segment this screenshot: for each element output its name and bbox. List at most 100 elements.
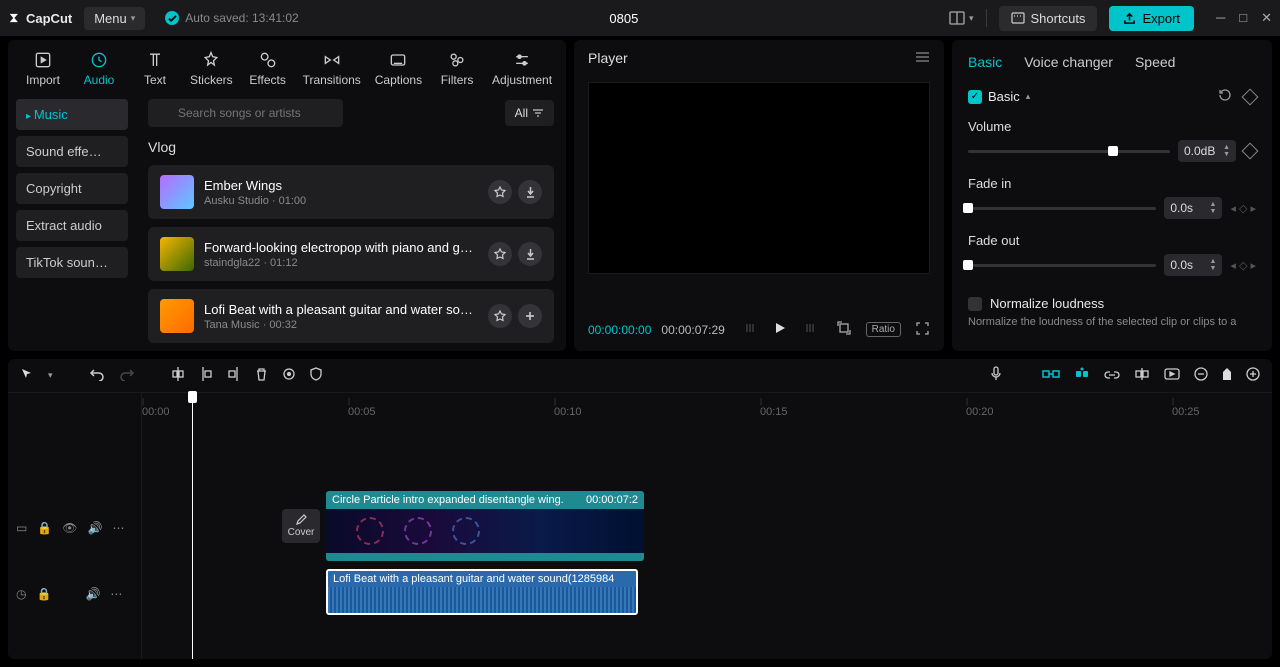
align-icon[interactable] [1134,368,1150,383]
download-button[interactable] [518,242,542,266]
track-mute-icon[interactable]: 🔊 [88,521,103,535]
cover-button[interactable]: Cover [282,509,320,543]
player-menu-icon[interactable] [915,51,930,66]
track-video-icon[interactable]: ▭ [16,521,27,535]
audio-clip[interactable]: Lofi Beat with a pleasant guitar and wat… [326,569,638,615]
next-frame-icon[interactable] [801,322,815,337]
redo-icon[interactable] [119,367,135,384]
playhead[interactable] [192,393,193,659]
video-clip[interactable]: Circle Particle intro expanded disentang… [326,491,644,561]
top-tab-filters[interactable]: Filters [430,46,484,91]
track-audio-icon[interactable]: ◷ [16,587,26,601]
top-tab-transitions[interactable]: Transitions [297,46,367,91]
marker-icon[interactable] [282,367,296,384]
song-meta: staindgla22 · 01:12 [204,257,478,269]
song-thumbnail [160,175,194,209]
volume-slider[interactable] [968,150,1170,153]
favorite-button[interactable] [488,180,512,204]
download-button[interactable] [518,180,542,204]
link-icon[interactable] [1104,368,1120,383]
right-tab-basic[interactable]: Basic [968,54,1002,70]
top-tab-import[interactable]: Import [16,46,70,91]
track-eye-icon[interactable]: 👁 [62,521,77,535]
magnet-aux-icon[interactable] [1074,367,1090,384]
volume-value[interactable]: 0.0dB▲▼ [1178,140,1236,162]
song-card[interactable]: Ember WingsAusku Studio · 01:00 [148,165,554,219]
right-tab-voice-changer[interactable]: Voice changer [1024,54,1113,70]
track-more-icon[interactable]: ⋯ [110,587,122,601]
volume-keyframe-icon[interactable] [1242,143,1259,160]
basic-header: Basic [988,89,1020,104]
delete-icon[interactable] [255,367,268,385]
sidebar-item-0[interactable]: Music [16,99,128,130]
track-lock-icon[interactable]: 🔒 [37,521,52,535]
filter-all-button[interactable]: All [505,100,554,126]
check-icon [165,11,179,25]
zoom-slider-knob[interactable] [1222,367,1232,384]
track-mute-icon[interactable]: 🔊 [85,587,100,601]
basic-checkbox[interactable]: ✓ [968,90,982,104]
sidebar-item-3[interactable]: Extract audio [16,210,128,241]
play-button[interactable] [773,321,787,338]
track-more-icon[interactable]: ⋯ [112,521,124,535]
zoom-in-icon[interactable] [1246,367,1260,384]
menu-button[interactable]: Menu▾ [84,7,145,30]
preview-icon[interactable] [1164,368,1180,383]
fadeout-label: Fade out [968,233,1256,248]
sidebar-item-4[interactable]: TikTok soun… [16,247,128,278]
ruler-mark: 00:10 [554,397,582,418]
ruler-mark: 00:15 [760,397,788,418]
right-tab-speed[interactable]: Speed [1135,54,1175,70]
favorite-button[interactable] [488,242,512,266]
maximize-button[interactable]: □ [1239,10,1247,26]
keyframe-diamond-icon[interactable] [1242,88,1259,105]
mic-icon[interactable] [990,366,1002,385]
trim-right-icon[interactable] [227,366,241,385]
song-title: Ember Wings [204,178,478,193]
fullscreen-icon[interactable] [915,321,930,339]
fadein-slider[interactable] [968,207,1156,210]
favorite-button[interactable] [488,304,512,328]
pointer-tool-icon[interactable] [20,367,34,384]
pointer-dropdown[interactable]: ▾ [48,370,53,381]
split-icon[interactable] [171,366,185,385]
top-tab-stickers[interactable]: Stickers [184,46,239,91]
minimize-button[interactable]: ─ [1216,10,1225,26]
zoom-out-icon[interactable] [1194,367,1208,384]
ratio-button[interactable]: Ratio [866,322,901,337]
undo-icon[interactable] [89,367,105,384]
fadeout-value[interactable]: 0.0s▲▼ [1164,254,1222,276]
layout-button[interactable]: ▾ [949,11,974,25]
fadeout-nav[interactable]: ◂ ◇ ▸ [1230,259,1256,272]
app-name: CapCut [26,11,72,26]
ruler-mark: 00:20 [966,397,994,418]
magnet-main-icon[interactable] [1042,368,1060,383]
collapse-icon[interactable]: ▴ [1026,91,1031,102]
top-tab-audio[interactable]: Audio [72,46,126,91]
fadein-nav[interactable]: ◂ ◇ ▸ [1230,202,1256,215]
normalize-description: Normalize the loudness of the selected c… [968,315,1256,330]
fadein-value[interactable]: 0.0s▲▼ [1164,197,1222,219]
fadeout-slider[interactable] [968,264,1156,267]
top-tab-text[interactable]: Text [128,46,182,91]
top-tab-effects[interactable]: Effects [241,46,295,91]
player-canvas[interactable] [588,82,930,274]
song-card[interactable]: Lofi Beat with a pleasant guitar and wat… [148,289,554,343]
shield-icon[interactable] [310,367,322,384]
export-button[interactable]: Export [1109,6,1194,31]
prev-frame-icon[interactable] [745,322,759,337]
sidebar-item-2[interactable]: Copyright [16,173,128,204]
track-lock-icon[interactable]: 🔒 [36,587,51,601]
sidebar-item-1[interactable]: Sound effe… [16,136,128,167]
add-button[interactable] [518,304,542,328]
close-button[interactable]: ✕ [1261,10,1272,26]
top-tab-adjustment[interactable]: Adjustment [486,46,558,91]
trim-left-icon[interactable] [199,366,213,385]
reset-icon[interactable] [1218,88,1232,105]
normalize-checkbox[interactable] [968,297,982,311]
song-card[interactable]: Forward-looking electropop with piano an… [148,227,554,281]
top-tab-captions[interactable]: Captions [369,46,428,91]
shortcuts-button[interactable]: Shortcuts [999,6,1098,31]
scale-icon[interactable] [836,320,852,339]
search-input[interactable] [148,99,343,127]
